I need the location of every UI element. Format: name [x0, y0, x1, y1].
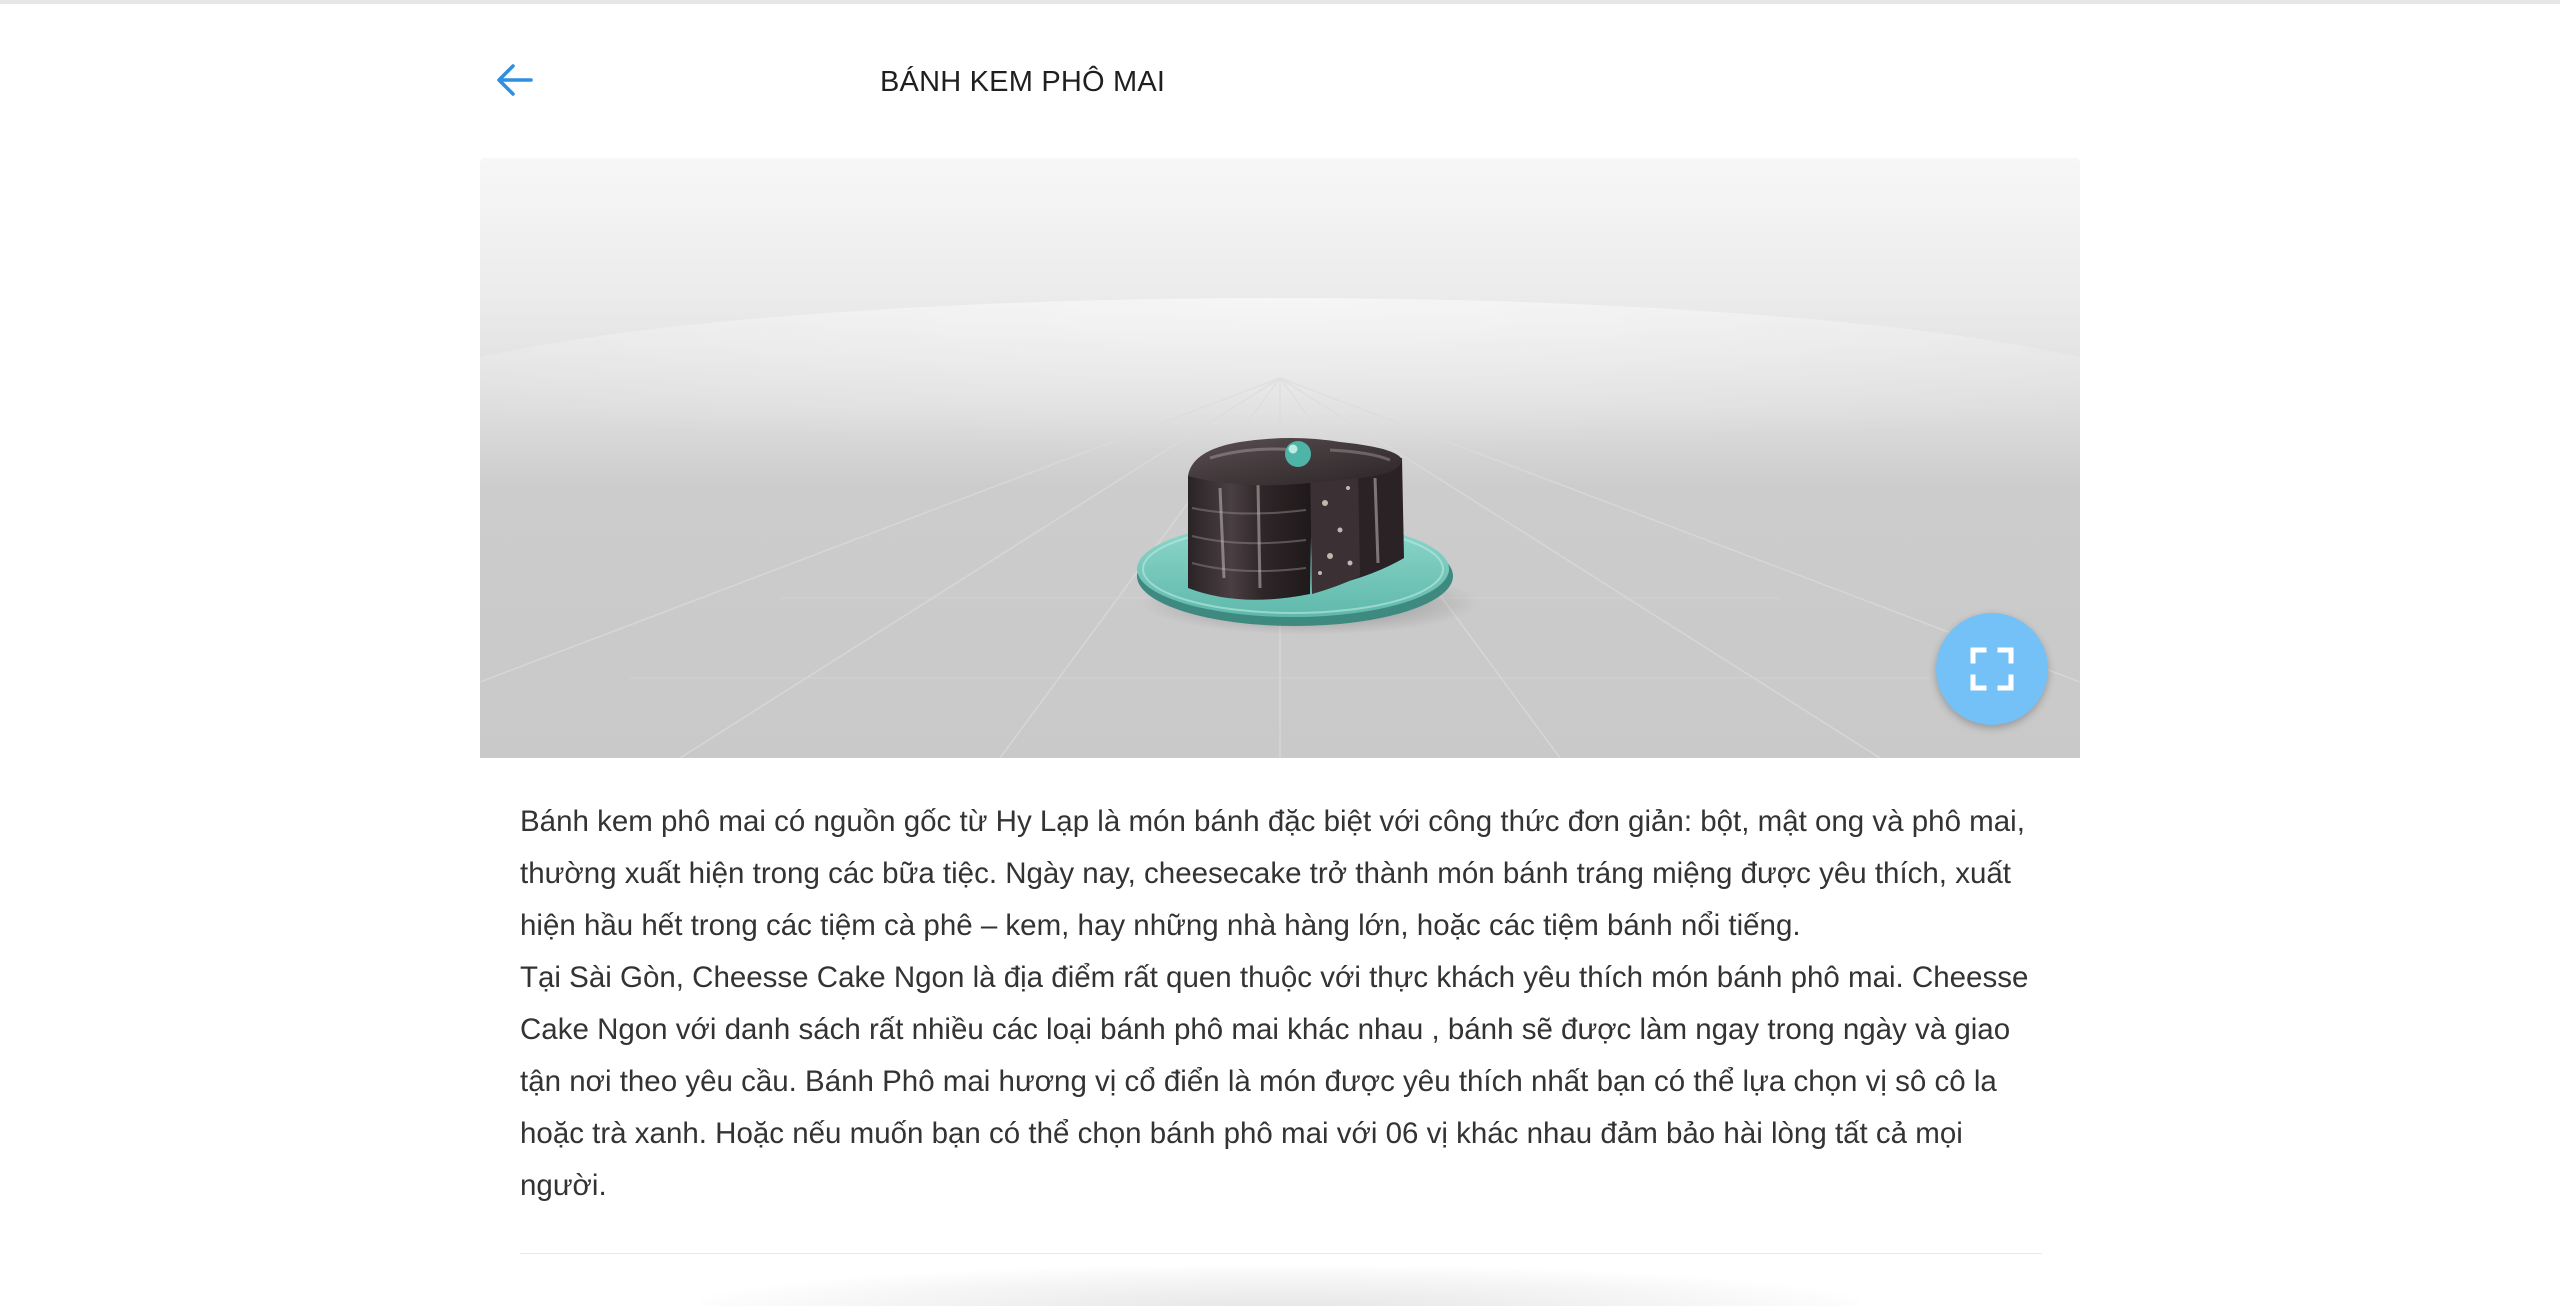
fullscreen-icon: [1970, 647, 2014, 691]
cake-3d-model: [480, 298, 2080, 758]
description-paragraph-1: Bánh kem phô mai có nguồn gốc từ Hy Lạp …: [520, 805, 2025, 942]
model-viewer[interactable]: [480, 158, 2080, 758]
description-paragraph-2: Tại Sài Gòn, Cheesse Cake Ngon là địa đi…: [520, 961, 2029, 1202]
fullscreen-button[interactable]: [1936, 613, 2048, 725]
bottom-panel-shadow: [700, 1266, 1860, 1306]
divider: [520, 1253, 2042, 1254]
page: BÁNH KEM PHÔ MAI Bánh kem phô mai có ngu…: [0, 0, 2560, 1306]
arrow-left-icon: [497, 64, 533, 96]
back-button[interactable]: [488, 58, 540, 102]
page-title: BÁNH KEM PHÔ MAI: [880, 66, 1166, 98]
header: BÁNH KEM PHÔ MAI: [480, 44, 2080, 116]
description: Bánh kem phô mai có nguồn gốc từ Hy Lạp …: [520, 796, 2040, 1212]
